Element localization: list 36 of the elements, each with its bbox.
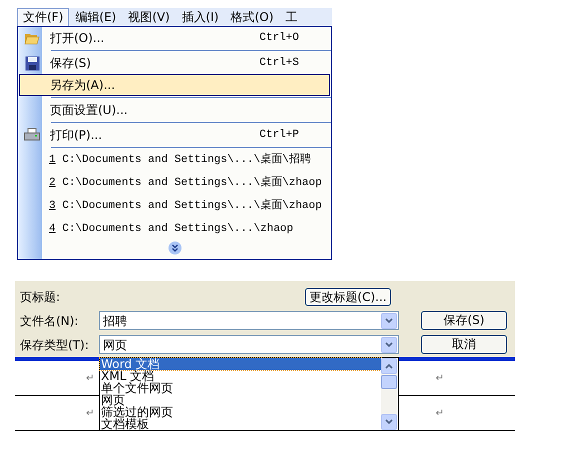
save-button[interactable]: 保存(S) bbox=[421, 311, 507, 330]
menu-item[interactable]: 页面设置(U)... bbox=[19, 99, 330, 121]
paragraph-mark: ↵ bbox=[86, 372, 94, 386]
recent-file-item[interactable]: 2 C:\Documents and Settings\...\桌面\zhaop bbox=[49, 172, 331, 195]
recent-file-item[interactable]: 1 C:\Documents and Settings\...\桌面\招聘 bbox=[49, 149, 331, 172]
list-option[interactable]: XML 文档 bbox=[100, 370, 381, 382]
menu-bar-item[interactable]: 编辑(E) bbox=[69, 8, 122, 26]
list-option[interactable]: 文档模板 bbox=[100, 418, 381, 430]
recent-file-item[interactable]: 4 C:\Documents and Settings\...\zhaop bbox=[49, 218, 331, 241]
list-option[interactable]: 筛选过的网页 bbox=[100, 406, 381, 418]
field-label: 文件名(N): bbox=[20, 312, 80, 330]
menu-bar-item[interactable]: 工 bbox=[280, 8, 304, 26]
paragraph-mark: ↵ bbox=[436, 372, 444, 386]
change-title-button[interactable]: 更改标题(C)... bbox=[305, 288, 391, 306]
menu-bar-item[interactable]: 文件(F) bbox=[17, 8, 70, 26]
recent-file-item[interactable]: 3 C:\Documents and Settings\...\桌面\zhaop bbox=[49, 195, 331, 218]
page-title-label: 页标题: bbox=[20, 289, 62, 306]
shortcut-text: Ctrl+O bbox=[259, 30, 299, 46]
file-name-combo[interactable]: 招聘 bbox=[99, 311, 399, 330]
paragraph-mark: ↵ bbox=[436, 406, 444, 420]
field-label: 保存类型(T): bbox=[20, 336, 90, 354]
menu-bar-item[interactable]: 视图(V) bbox=[122, 8, 176, 26]
menu-bar-item[interactable]: 插入(I) bbox=[176, 8, 225, 26]
menu-item[interactable]: 保存(S) Ctrl+S bbox=[19, 52, 330, 74]
shortcut-text: Ctrl+S bbox=[259, 56, 299, 71]
shortcut-text: Ctrl+P bbox=[259, 128, 299, 143]
list-option[interactable]: 单个文件网页 bbox=[100, 382, 381, 394]
menu-item[interactable]: 另存为(A)... bbox=[19, 74, 330, 96]
menu-item[interactable]: 打印(P)... Ctrl+P bbox=[19, 124, 330, 146]
menu-item[interactable]: 打开(O)... Ctrl+O bbox=[19, 27, 330, 49]
paragraph-mark: ↵ bbox=[86, 406, 94, 420]
save-type-combo[interactable]: 网页 bbox=[99, 335, 399, 354]
cancel-button[interactable]: 取消 bbox=[421, 335, 507, 354]
list-option[interactable]: 网页 bbox=[100, 394, 381, 406]
menu-bar-item[interactable]: 格式(O) bbox=[224, 8, 280, 26]
list-option[interactable]: Word 文档 bbox=[100, 358, 381, 370]
